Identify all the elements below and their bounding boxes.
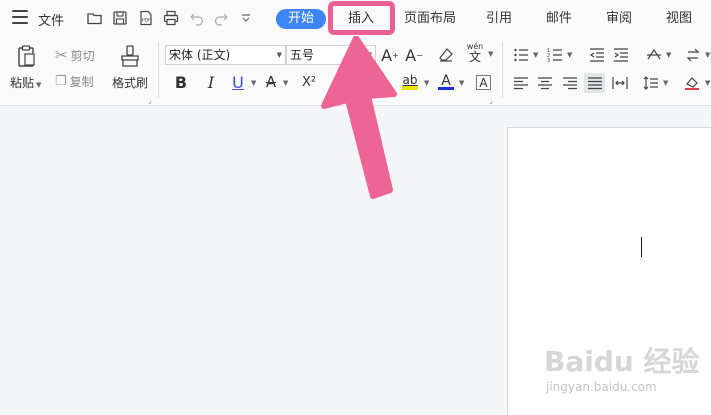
open-folder-icon[interactable]	[86, 9, 104, 27]
underline-button[interactable]: U	[229, 73, 247, 92]
customize-quick-access-icon[interactable]	[237, 9, 255, 27]
baidu-watermark: Baidu 经验 jingyan.baidu.com	[544, 345, 700, 394]
dropdown-arrow-icon: ▼	[36, 81, 42, 89]
dropdown-arrow-icon: ▼	[283, 79, 289, 87]
file-menu[interactable]: 文件	[38, 10, 64, 29]
redo-icon[interactable]	[212, 9, 230, 27]
copy-button[interactable]: ❐ 复制	[55, 73, 94, 90]
align-right-icon[interactable]	[561, 74, 579, 92]
character-border-button[interactable]: A	[476, 75, 491, 90]
tab-home[interactable]: 开始	[276, 9, 327, 29]
cut-button[interactable]: ✂ 剪切	[55, 46, 95, 64]
paste-label: 粘贴 ▼	[10, 76, 42, 90]
clipboard-group-launcher[interactable]: ⌟	[148, 96, 152, 105]
insert-tab-highlight-box	[328, 1, 395, 35]
group-separator	[158, 42, 159, 98]
italic-button[interactable]: I	[202, 73, 220, 92]
font-color-button[interactable]: A	[437, 73, 455, 91]
format-painter-button[interactable]: 格式刷	[112, 44, 148, 91]
clear-formatting-icon[interactable]	[437, 46, 455, 64]
dropdown-arrow-icon: ▼	[567, 51, 573, 59]
group-separator	[502, 42, 503, 98]
svg-text:PDF: PDF	[142, 18, 151, 24]
wps-writer-window: 文件 PDF 开始 插入 页面布局 引用 邮件 审阅 视图 粘贴 ▼ ✂ 剪切 …	[0, 0, 711, 415]
tab-view[interactable]: 视图	[666, 9, 692, 29]
align-center-icon[interactable]	[536, 74, 554, 92]
export-pdf-icon[interactable]: PDF	[137, 9, 155, 27]
font-name-select[interactable]: 宋体 (正文) ▼	[165, 45, 286, 65]
dropdown-arrow-icon: ▼	[533, 51, 539, 59]
dropdown-arrow-icon: ▼	[705, 79, 711, 87]
phonetic-guide-icon[interactable]: wén 文	[466, 43, 484, 64]
bullets-icon[interactable]	[512, 46, 530, 64]
dropdown-arrow-icon: ▼	[424, 79, 430, 87]
dropdown-arrow-icon: ▼	[276, 51, 282, 59]
distributed-align-icon[interactable]	[611, 74, 629, 92]
clipboard-icon	[18, 45, 35, 67]
line-spacing-icon[interactable]	[642, 74, 660, 92]
font-group-launcher[interactable]: ⌟	[489, 96, 493, 105]
undo-icon[interactable]	[188, 9, 206, 27]
paste-button[interactable]: 粘贴 ▼	[10, 44, 41, 91]
save-icon[interactable]	[111, 9, 129, 27]
increase-indent-icon[interactable]	[612, 46, 630, 64]
dropdown-arrow-icon: ▼	[459, 79, 465, 87]
text-direction-icon[interactable]	[645, 46, 663, 64]
dropdown-arrow-icon: ▼	[666, 51, 672, 59]
align-left-icon[interactable]	[512, 74, 530, 92]
svg-text:3: 3	[547, 58, 550, 63]
shading-icon[interactable]	[683, 74, 701, 92]
scissors-icon: ✂	[55, 46, 68, 64]
numbering-icon[interactable]: 123	[546, 46, 564, 64]
bold-button[interactable]: B	[172, 73, 190, 92]
annotation-arrow-icon	[321, 36, 397, 199]
menu-bar: 文件 PDF 开始 插入 页面布局 引用 邮件 审阅 视图	[0, 0, 711, 36]
copy-icon: ❐	[55, 74, 67, 89]
dropdown-arrow-icon: ▼	[488, 50, 494, 58]
superscript-button[interactable]: X²	[300, 73, 318, 91]
paintbrush-icon	[121, 45, 139, 67]
text-cursor	[641, 237, 642, 257]
dropdown-arrow-icon: ▼	[705, 51, 711, 59]
dropdown-arrow-icon: ▼	[663, 79, 669, 87]
tab-mailings[interactable]: 邮件	[546, 9, 572, 29]
print-icon[interactable]	[162, 9, 180, 27]
tab-review[interactable]: 审阅	[606, 9, 632, 29]
dropdown-arrow-icon: ▼	[251, 79, 257, 87]
hamburger-menu-icon[interactable]	[12, 10, 28, 24]
line-break-icon[interactable]	[684, 46, 702, 64]
decrease-indent-icon[interactable]	[588, 46, 606, 64]
tab-page-layout[interactable]: 页面布局	[404, 9, 456, 29]
strikethrough-button[interactable]: A	[262, 73, 280, 91]
justify-icon[interactable]	[584, 73, 605, 93]
tab-references[interactable]: 引用	[486, 9, 512, 29]
